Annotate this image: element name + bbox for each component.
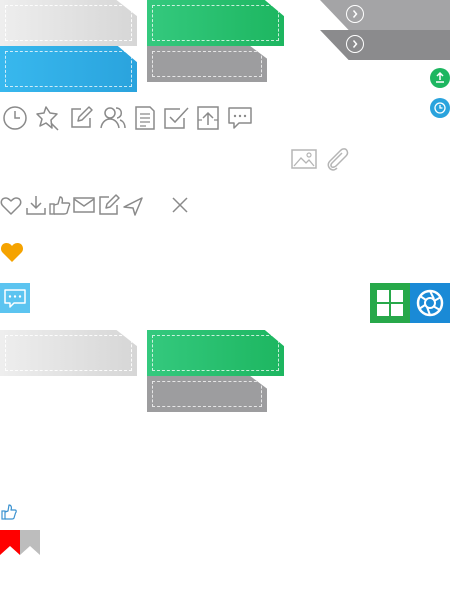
heart-filled-icon[interactable]	[0, 241, 24, 263]
chevron-right-icon	[346, 35, 364, 53]
users-icon[interactable]	[99, 104, 127, 132]
download-icon[interactable]	[25, 194, 47, 216]
clock-icon[interactable]	[2, 105, 28, 131]
send-icon[interactable]	[122, 195, 144, 217]
clock-circle-icon[interactable]	[430, 98, 450, 118]
heart-outline-icon[interactable]	[0, 195, 22, 217]
image-icon[interactable]	[291, 147, 317, 171]
mail-icon[interactable]	[73, 195, 95, 215]
thumbs-up-small-icon[interactable]	[1, 503, 17, 521]
document-icon[interactable]	[133, 105, 157, 131]
tag-blue-top[interactable]	[0, 46, 137, 92]
tag-light-gray-top	[0, 0, 137, 46]
ribbon-next-2[interactable]	[320, 30, 450, 60]
comment-icon[interactable]	[227, 105, 253, 131]
thumbs-up-icon[interactable]	[49, 194, 71, 216]
bookmark-gray-icon[interactable]	[20, 530, 40, 555]
comment-icon	[4, 289, 26, 308]
upload-box-icon[interactable]	[196, 105, 220, 131]
windows-tile[interactable]	[370, 283, 410, 323]
chat-button[interactable]	[0, 283, 30, 313]
close-icon[interactable]	[170, 195, 190, 215]
attachment-icon[interactable]	[323, 145, 351, 173]
checkbox-icon[interactable]	[162, 104, 190, 132]
tag-gray-bottom[interactable]	[147, 376, 267, 412]
tag-gray-top[interactable]	[147, 46, 267, 82]
tag-light-gray-bottom	[0, 330, 137, 376]
bookmark-red-icon[interactable]	[0, 530, 20, 555]
tag-green-bottom[interactable]	[147, 330, 284, 376]
edit-icon[interactable]	[98, 194, 120, 216]
pin-icon[interactable]	[34, 104, 62, 132]
upload-circle-icon[interactable]	[430, 68, 450, 88]
camera-aperture-icon	[416, 289, 444, 317]
edit-icon[interactable]	[68, 105, 94, 131]
chevron-right-icon	[346, 5, 364, 23]
ribbon-next-1[interactable]	[320, 0, 450, 30]
tag-green-top[interactable]	[147, 0, 284, 46]
camera-tile[interactable]	[410, 283, 450, 323]
windows-icon	[377, 290, 403, 316]
